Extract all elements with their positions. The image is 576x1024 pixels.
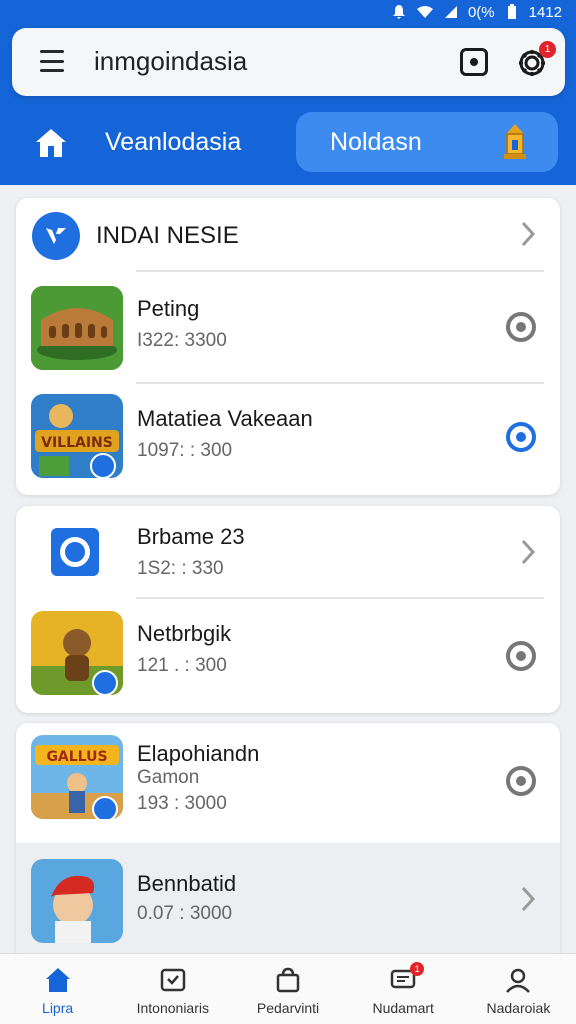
item-subtitle: 121 . : 300	[137, 655, 227, 676]
colosseum-icon	[31, 286, 123, 370]
nav-item-pedarvinti[interactable]: Pedarvinti	[230, 954, 345, 1024]
list-item[interactable]: VILLAINS Matatiea Vakeaan 1097: : 300	[16, 384, 560, 494]
battery-icon	[503, 4, 521, 20]
nav-label: Pedarvinti	[256, 1000, 320, 1016]
nav-item-nudamart[interactable]: 1 Nudamart	[346, 954, 461, 1024]
tab-veanlodasia[interactable]: Veanlodasia	[105, 128, 241, 157]
card-header-row[interactable]: INDAI NESIE	[16, 198, 560, 270]
nav-item-intononiaris[interactable]: Intononiaris	[115, 954, 230, 1024]
radio-button-selected[interactable]	[506, 422, 536, 452]
temple-icon	[504, 124, 526, 159]
heart-box-icon	[160, 968, 186, 992]
character-avatar-icon	[31, 859, 123, 943]
wifi-icon	[416, 4, 434, 20]
battery-percent: 0(%	[467, 3, 495, 21]
list-item[interactable]: GALLUS Elapohiandn Gamon 193 : 3000	[16, 723, 560, 843]
notification-badge: 1	[410, 962, 425, 976]
card-group-2: Brbame 23 1S2: : 330 Netbrbgik 121 . : 3…	[16, 506, 560, 713]
nav-label: Nudamart	[372, 1000, 434, 1016]
list-item[interactable]: Netbrbgik 121 . : 300	[16, 599, 560, 711]
shopping-bag-icon	[276, 967, 300, 993]
game-thumbnail	[31, 286, 123, 370]
radio-button[interactable]	[506, 766, 536, 796]
signal-icon	[442, 4, 460, 20]
item-title: Elapohiandn	[137, 741, 260, 766]
settings-button[interactable]: 1	[514, 41, 556, 83]
item-title: Peting	[137, 296, 200, 321]
status-time: 1412	[528, 3, 562, 21]
svg-text:GALLUS: GALLUS	[46, 749, 107, 765]
item-category: Gamon	[137, 767, 200, 788]
nav-label: Nadaroiak	[486, 1000, 551, 1016]
profile-icon	[506, 968, 531, 993]
game-thumbnail	[31, 611, 123, 695]
bottom-navigation: Lipra Intononiaris Pedarvinti 1 Nudamart…	[0, 953, 576, 1024]
item-subtitle: 0.07 : 3000	[137, 903, 233, 924]
gallus-game-icon: GALLUS	[31, 735, 123, 819]
home-icon	[45, 968, 70, 992]
notification-badge: 1	[539, 41, 556, 58]
warrior-game-icon	[31, 611, 123, 695]
search-input[interactable]: inmgoindasia	[94, 46, 247, 77]
status-bar: 0(% 1412	[390, 0, 562, 24]
brand-logo-icon	[32, 212, 80, 260]
chevron-right-icon[interactable]	[520, 885, 536, 913]
item-title: Netbrbgik	[137, 621, 232, 646]
chevron-right-icon[interactable]	[520, 538, 536, 566]
camera-icon[interactable]	[460, 48, 488, 76]
game-thumbnail: VILLAINS	[31, 394, 123, 478]
item-subtitle: 1S2: : 330	[137, 558, 224, 579]
item-subtitle: 1097: : 300	[137, 440, 233, 461]
radio-button[interactable]	[506, 312, 536, 342]
villains-game-icon: VILLAINS	[31, 394, 123, 478]
search-bar[interactable]: inmgoindasia 1	[12, 28, 565, 96]
card-group-3: GALLUS Elapohiandn Gamon 193 : 3000 Benn…	[16, 723, 560, 963]
home-button[interactable]	[32, 124, 70, 162]
nav-label: Intononiaris	[136, 1000, 209, 1016]
hamburger-menu-icon[interactable]	[40, 50, 64, 72]
game-thumbnail: GALLUS	[31, 735, 123, 819]
item-title: Matatiea Vakeaan	[137, 406, 313, 431]
tab-noldasn-label: Noldasn	[330, 128, 422, 156]
chevron-right-icon[interactable]	[520, 220, 536, 248]
home-icon	[36, 129, 66, 157]
notification-bell-icon	[390, 4, 408, 20]
item-title: Bennbatid	[137, 871, 237, 896]
item-title: Brbame 23	[137, 524, 245, 549]
nav-label: Lipra	[42, 1000, 74, 1016]
nav-item-nadaroiak[interactable]: Nadaroiak	[461, 954, 576, 1024]
card-indainesie: INDAI NESIE Peting I322: 3300 VILLAINS M…	[16, 198, 560, 495]
tab-noldasn[interactable]: Noldasn	[296, 112, 558, 172]
nav-item-lipra[interactable]: Lipra	[0, 954, 115, 1024]
card-header-title: INDAI NESIE	[96, 222, 239, 249]
svg-text:VILLAINS: VILLAINS	[41, 435, 113, 451]
radio-button[interactable]	[506, 641, 536, 671]
list-item-highlighted[interactable]: Bennbatid 0.07 : 3000	[16, 843, 560, 963]
app-logo-icon	[51, 528, 99, 576]
top-tabs: Veanlodasia Noldasn	[0, 108, 576, 178]
item-subtitle: I322: 3300	[137, 330, 227, 351]
game-thumbnail	[31, 859, 123, 943]
item-subtitle: 193 : 3000	[137, 793, 227, 814]
list-item[interactable]: Peting I322: 3300	[16, 272, 560, 382]
list-item[interactable]: Brbame 23 1S2: : 330	[16, 506, 560, 598]
top-header: 0(% 1412 inmgoindasia 1 Veanlodasia Nold…	[0, 0, 576, 185]
